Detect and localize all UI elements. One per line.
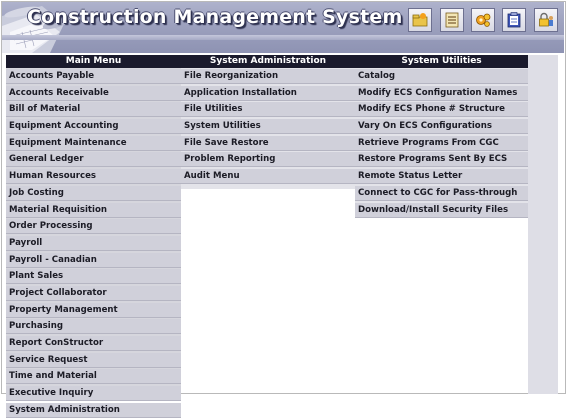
lock-users-icon[interactable] <box>534 8 558 32</box>
main-menu-item-executive-inquiry[interactable]: Executive Inquiry <box>6 386 181 402</box>
main-menu-item-equipment-maintenance[interactable]: Equipment Maintenance <box>6 135 181 151</box>
system-utilities-items: Catalog Modify ECS Configuration Names Mod… <box>355 69 528 218</box>
system-administration-header: System Administration <box>181 55 355 68</box>
system-utilities-item-modify-ecs-configuration-names[interactable]: Modify ECS Configuration Names <box>355 85 528 101</box>
system-utilities-item-download-install-security-files[interactable]: Download/Install Security Files <box>355 202 528 218</box>
main-menu-item-accounts-payable[interactable]: Accounts Payable <box>6 69 181 84</box>
system-utilities-item-retrieve-programs-from-cgc[interactable]: Retrieve Programs From CGC <box>355 135 528 151</box>
system-utilities-item-remote-status-letter[interactable]: Remote Status Letter <box>355 169 528 185</box>
system-utilities-item-modify-ecs-phone-structure[interactable]: Modify ECS Phone # Structure <box>355 102 528 118</box>
clipboard-icon[interactable] <box>502 8 526 32</box>
main-menu-item-material-requisition[interactable]: Material Requisition <box>6 202 181 218</box>
system-utilities-header: System Utilities <box>355 55 528 68</box>
system-administration-item-audit-menu[interactable]: Audit Menu <box>181 169 355 185</box>
main-menu-item-plant-sales[interactable]: Plant Sales <box>6 269 181 285</box>
system-administration-item-file-save-restore[interactable]: File Save Restore <box>181 135 355 151</box>
main-menu-item-project-collaborator[interactable]: Project Collaborator <box>6 285 181 301</box>
system-administration-item-file-utilities[interactable]: File Utilities <box>181 102 355 118</box>
system-administration-item-file-reorganization[interactable]: File Reorganization <box>181 69 355 84</box>
system-administration-item-problem-reporting[interactable]: Problem Reporting <box>181 152 355 168</box>
folder-sun-icon[interactable] <box>408 8 432 32</box>
main-menu-item-payroll[interactable]: Payroll <box>6 235 181 251</box>
main-menu-item-general-ledger[interactable]: General Ledger <box>6 152 181 168</box>
main-menu-item-accounts-receivable[interactable]: Accounts Receivable <box>6 85 181 101</box>
app-title: Construction Management System <box>27 6 403 28</box>
main-menu-item-service-request[interactable]: Service Request <box>6 352 181 368</box>
right-panel-fill <box>528 55 558 394</box>
main-menu-item-payroll-canadian[interactable]: Payroll - Canadian <box>6 252 181 268</box>
main-menu-item-property-management[interactable]: Property Management <box>6 302 181 318</box>
document-list-icon[interactable] <box>440 8 464 32</box>
main-menu-item-order-processing[interactable]: Order Processing <box>6 219 181 235</box>
gears-icon[interactable] <box>471 8 495 32</box>
main-menu-item-system-administration[interactable]: System Administration <box>6 402 181 418</box>
main-menu-item-report-constructor[interactable]: Report ConStructor <box>6 336 181 351</box>
banner-stripe <box>2 35 564 40</box>
system-utilities-menu: System Utilities Catalog Modify ECS Confi… <box>355 55 528 218</box>
system-utilities-item-connect-to-cgc-for-pass-through[interactable]: Connect to CGC for Pass-through <box>355 185 528 201</box>
main-menu-item-equipment-accounting[interactable]: Equipment Accounting <box>6 119 181 135</box>
main-menu-item-human-resources[interactable]: Human Resources <box>6 169 181 185</box>
main-menu-header: Main Menu <box>6 55 181 68</box>
system-administration-item-application-installation[interactable]: Application Installation <box>181 85 355 101</box>
system-utilities-item-restore-programs-sent-by-ecs[interactable]: Restore Programs Sent By ECS <box>355 152 528 168</box>
system-utilities-item-catalog[interactable]: Catalog <box>355 69 528 84</box>
main-menu-item-job-costing[interactable]: Job Costing <box>6 185 181 201</box>
main-menu-item-purchasing[interactable]: Purchasing <box>6 319 181 335</box>
system-administration-item-system-utilities[interactable]: System Utilities <box>181 119 355 135</box>
main-menu-item-bill-of-material[interactable]: Bill of Material <box>6 102 181 118</box>
system-utilities-item-vary-on-ecs-configurations[interactable]: Vary On ECS Configurations <box>355 119 528 135</box>
system-administration-items: File Reorganization Application Installat… <box>181 69 355 185</box>
main-menu-item-time-and-material[interactable]: Time and Material <box>6 369 181 385</box>
system-administration-menu: System Administration File Reorganizatio… <box>181 55 355 189</box>
header-banner: Construction Management System <box>2 2 564 53</box>
main-menu-items: Accounts Payable Accounts Receivable Bill … <box>6 69 181 418</box>
main-menu: Main Menu Accounts Payable Accounts Recei… <box>6 55 181 418</box>
